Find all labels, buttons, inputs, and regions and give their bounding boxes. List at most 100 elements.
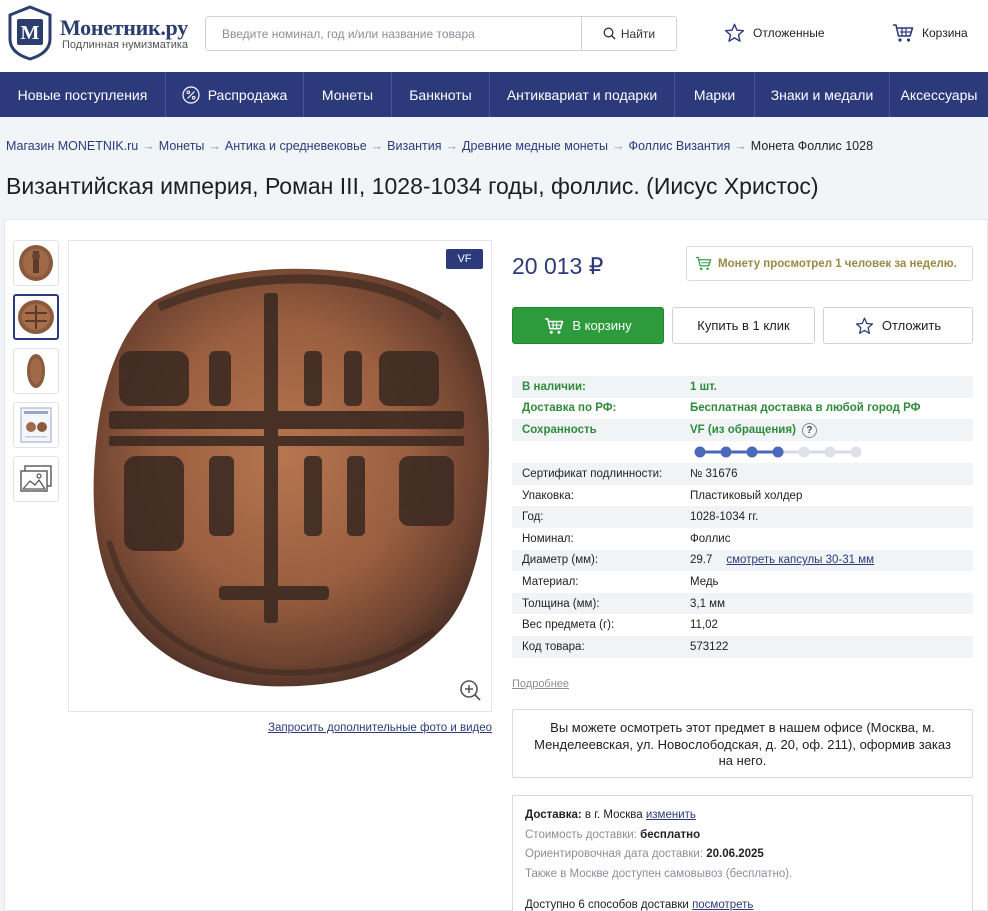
nav-label: Новые поступления <box>17 86 148 103</box>
add-to-cart-button[interactable]: В корзину <box>512 307 664 344</box>
nav-stamps[interactable]: Марки <box>675 72 755 117</box>
breadcrumb-link[interactable]: Антика и средневековье <box>225 139 367 153</box>
spec-key: В наличии: <box>522 380 586 393</box>
spec-row: Год: 1028-1034 гг. <box>512 506 973 528</box>
spec-key: Сертификат подлинности: <box>522 467 663 480</box>
nav-label: Аксессуары <box>900 86 978 103</box>
nav-new-arrivals[interactable]: Новые поступления <box>0 72 166 117</box>
product-price: 20 013 ₽ <box>512 253 604 279</box>
condition-scale-dot <box>798 446 810 458</box>
star-icon <box>724 23 745 42</box>
spec-value: 573122 <box>690 640 729 653</box>
help-icon[interactable]: ? <box>801 422 817 438</box>
grade-badge: VF <box>446 249 483 269</box>
delivery-city-line: Доставка: в г. Москва изменить <box>525 806 960 826</box>
condition-scale-dot <box>824 446 836 458</box>
breadcrumb-arrow-icon: → <box>611 139 625 153</box>
spec-key: Диаметр (мм): <box>522 554 599 567</box>
delivery-cost: бесплатно <box>640 828 701 841</box>
nav-sale[interactable]: Распродажа <box>166 72 304 117</box>
condition-scale-dot <box>772 446 784 458</box>
condition-scale-dot <box>746 446 758 458</box>
thumbnail-gallery[interactable] <box>13 456 59 502</box>
nav-accessories[interactable]: Аксессуары <box>890 72 988 117</box>
breadcrumb-link[interactable]: Фоллис Византия <box>628 139 730 153</box>
cart-link[interactable]: Корзина <box>892 23 968 43</box>
nav-label: Распродажа <box>207 86 288 103</box>
breadcrumb-arrow-icon: → <box>734 139 747 153</box>
favorites-link[interactable]: Отложенные <box>724 23 825 43</box>
change-city-link[interactable]: изменить <box>646 809 696 821</box>
spec-value: 1028-1034 гг. <box>690 511 759 524</box>
main-product-image[interactable]: VF <box>68 240 492 712</box>
certificate-thumb-icon <box>20 407 52 443</box>
delivery-date-line: Ориентировочная дата доставки: 20.06.202… <box>525 845 960 865</box>
breadcrumb-arrow-icon: → <box>370 139 384 153</box>
thumbnail-obverse[interactable] <box>13 240 59 286</box>
breadcrumb-link[interactable]: Древние медные монеты <box>462 139 608 153</box>
spec-row: Диаметр (мм): 29.7 смотреть капсулы 30-31 … <box>512 549 973 572</box>
cart-icon <box>696 256 712 271</box>
page-title: Византийская империя, Роман III, 1028-10… <box>6 173 819 199</box>
search-button[interactable]: Найти <box>581 17 676 50</box>
breadcrumb-link[interactable]: Монеты <box>159 139 205 153</box>
spec-row: Вес предмета (г): 11,02 <box>512 614 973 636</box>
spec-key: Упаковка: <box>522 489 574 502</box>
site-logo[interactable]: M Монетник.ру Подлинная нумизматика <box>6 5 196 63</box>
delivery-label: Доставка: <box>525 809 582 821</box>
coin-reverse-thumb-icon <box>18 300 54 334</box>
nav-label: Антиквариат и подарки <box>506 86 658 103</box>
delivery-box: Доставка: в г. Москва изменить Стоимость… <box>512 795 973 911</box>
svg-text:M: M <box>21 22 40 44</box>
spec-row: Толщина (мм): 3,1 мм <box>512 592 973 615</box>
cart-icon <box>893 24 914 42</box>
delivery-methods-link[interactable]: посмотреть <box>692 899 753 911</box>
spec-key: Код товара: <box>522 640 585 653</box>
spec-value: 3,1 мм <box>690 597 725 610</box>
thumbnail-reverse[interactable] <box>13 294 59 340</box>
search-button-label: Найти <box>620 26 656 41</box>
logo-badge-icon: M <box>8 5 52 61</box>
delivery-city: в г. Москва <box>584 809 643 821</box>
logo-tagline: Подлинная нумизматика <box>62 39 189 51</box>
spec-value: 1 шт. <box>690 380 717 393</box>
coin-obverse-thumb-icon <box>19 245 53 281</box>
breadcrumb-current: Монета Фоллис 1028 <box>750 139 874 153</box>
spec-key: Сохранность <box>522 424 597 437</box>
favorites-label: Отложенные <box>753 26 825 40</box>
spec-row: Материал: Медь <box>512 571 973 593</box>
condition-scale-row <box>512 441 973 464</box>
nav-coins[interactable]: Монеты <box>304 72 392 117</box>
nav-banknotes[interactable]: Банкноты <box>392 72 490 117</box>
spec-value: № 31676 <box>690 467 738 480</box>
condition-value: VF (из обращения) <box>690 423 796 436</box>
spec-value: 11,02 <box>690 619 718 632</box>
breadcrumb-link[interactable]: Магазин MONETNIK.ru <box>6 139 138 153</box>
spec-key: Вес предмета (г): <box>522 619 615 632</box>
cart-icon <box>545 317 564 334</box>
request-photo-link[interactable]: Запросить дополнительные фото и видео <box>268 722 492 734</box>
specs-table: В наличии: 1 шт. Доставка по РФ: Бесплат… <box>512 376 973 658</box>
spec-key: Номинал: <box>522 532 574 545</box>
defer-button[interactable]: Отложить <box>823 307 973 344</box>
more-details-link[interactable]: Подробнее <box>512 678 569 690</box>
breadcrumb-link[interactable]: Византия <box>387 139 441 153</box>
spec-row-delivery: Доставка по РФ: Бесплатная доставка в лю… <box>512 398 973 420</box>
image-gallery-icon <box>20 465 52 492</box>
nav-medals[interactable]: Знаки и медали <box>755 72 890 117</box>
thumbnail-certificate[interactable] <box>13 402 59 448</box>
capsules-link[interactable]: смотреть капсулы 30-31 мм <box>726 554 874 566</box>
coin-edge-thumb-icon <box>27 354 45 388</box>
spec-value: VF (из обращения)? <box>690 422 817 438</box>
search-input[interactable] <box>206 17 581 50</box>
buy-one-click-button[interactable]: Купить в 1 клик <box>672 307 815 344</box>
search-icon <box>603 27 616 40</box>
spec-row-stock: В наличии: 1 шт. <box>512 376 973 398</box>
nav-antiques[interactable]: Антиквариат и подарки <box>490 72 675 117</box>
thumbnail-edge[interactable] <box>13 348 59 394</box>
condition-scale-dot <box>850 446 862 458</box>
diameter-value: 29.7 <box>690 554 713 567</box>
delivery-date: 20.06.2025 <box>706 848 764 860</box>
zoom-in-icon[interactable] <box>457 677 483 703</box>
breadcrumb-arrow-icon: → <box>445 139 459 153</box>
